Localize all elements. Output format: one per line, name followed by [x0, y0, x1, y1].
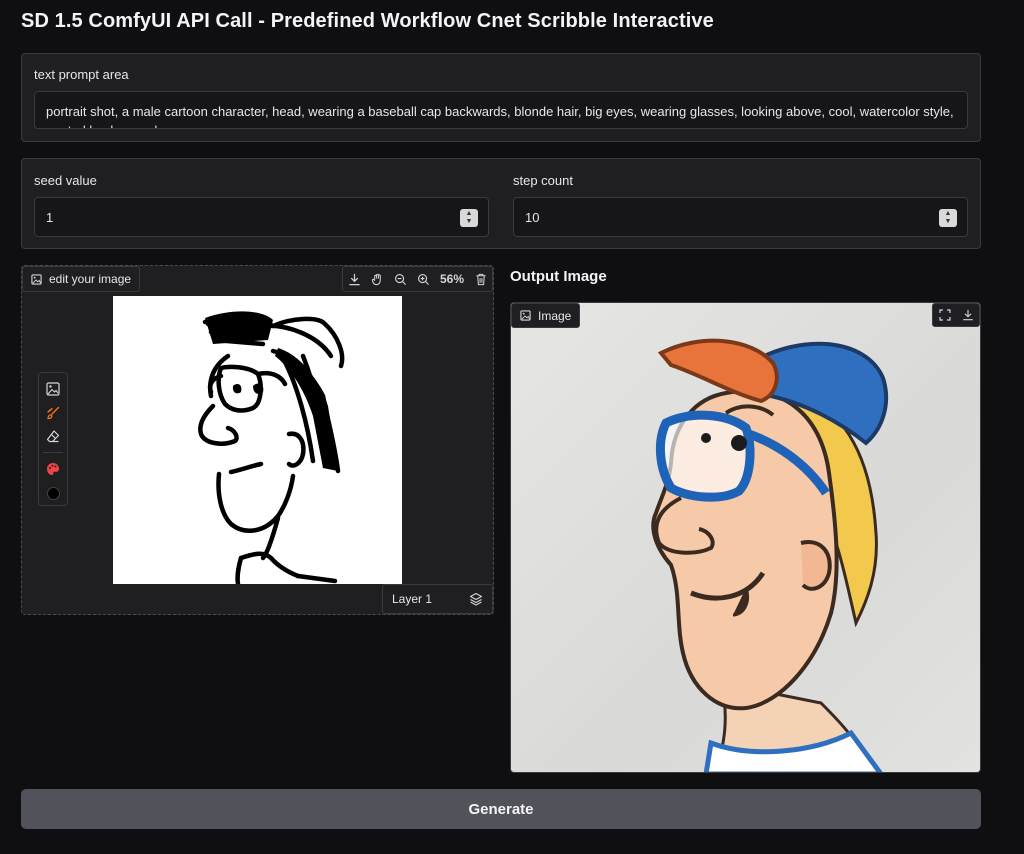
drawing-canvas[interactable]	[113, 296, 402, 587]
steps-value: 10	[525, 209, 540, 225]
chevron-up-icon[interactable]: ▲	[460, 210, 478, 218]
drawing-tools	[38, 372, 68, 506]
layer-selector[interactable]: Layer 1	[382, 584, 493, 614]
hand-icon[interactable]	[366, 267, 389, 291]
prompt-block: text prompt area portrait shot, a male c…	[21, 53, 981, 142]
editor-label-chip: edit your image	[22, 266, 141, 292]
steps-input[interactable]: 10 ▲ ▼	[513, 197, 968, 237]
fullscreen-icon[interactable]	[933, 304, 956, 326]
seed-value: 1	[46, 209, 54, 225]
download-icon[interactable]	[956, 304, 979, 326]
generate-button[interactable]: Generate	[21, 789, 981, 829]
image-editor: edit your image 56% Layer 1	[21, 265, 494, 615]
image-icon	[520, 310, 531, 321]
output-label-chip: Image	[511, 303, 581, 328]
eraser-icon[interactable]	[42, 425, 64, 449]
zoom-out-icon[interactable]	[389, 267, 412, 291]
editor-toolbar: 56%	[342, 266, 493, 292]
output-image: Image	[510, 302, 981, 773]
palette-icon[interactable]	[42, 457, 64, 481]
page-title: SD 1.5 ComfyUI API Call - Predefined Wor…	[21, 10, 714, 32]
layer-label: Layer 1	[392, 592, 433, 606]
zoom-level: 56%	[439, 272, 465, 286]
params-block: seed value 1 ▲ ▼ step count 10 ▲ ▼	[21, 158, 981, 249]
chevron-down-icon[interactable]: ▼	[460, 218, 478, 226]
brush-icon[interactable]	[42, 401, 64, 425]
output-title: Output Image	[510, 268, 607, 285]
tool-divider	[43, 452, 63, 454]
scribble-sketch	[198, 311, 345, 587]
prompt-textarea[interactable]: portrait shot, a male cartoon character,…	[34, 91, 968, 129]
chevron-up-icon[interactable]: ▲	[939, 210, 957, 218]
zoom-in-icon[interactable]	[412, 267, 435, 291]
steps-label: step count	[513, 173, 573, 188]
seed-label: seed value	[34, 173, 97, 188]
download-icon[interactable]	[343, 267, 366, 291]
seed-stepper[interactable]: ▲ ▼	[460, 209, 478, 227]
image-icon[interactable]	[42, 377, 64, 401]
output-label: Image	[538, 308, 572, 323]
output-toolbar	[932, 303, 980, 327]
chevron-down-icon[interactable]: ▼	[939, 218, 957, 226]
color-swatch-icon[interactable]	[42, 481, 64, 505]
image-icon	[31, 273, 42, 285]
steps-stepper[interactable]: ▲ ▼	[939, 209, 957, 227]
prompt-label: text prompt area	[34, 67, 129, 82]
trash-icon[interactable]	[469, 267, 492, 291]
editor-label: edit your image	[49, 272, 132, 286]
layers-icon	[469, 592, 483, 606]
seed-input[interactable]: 1 ▲ ▼	[34, 197, 489, 237]
generated-cartoon-image	[651, 338, 889, 772]
